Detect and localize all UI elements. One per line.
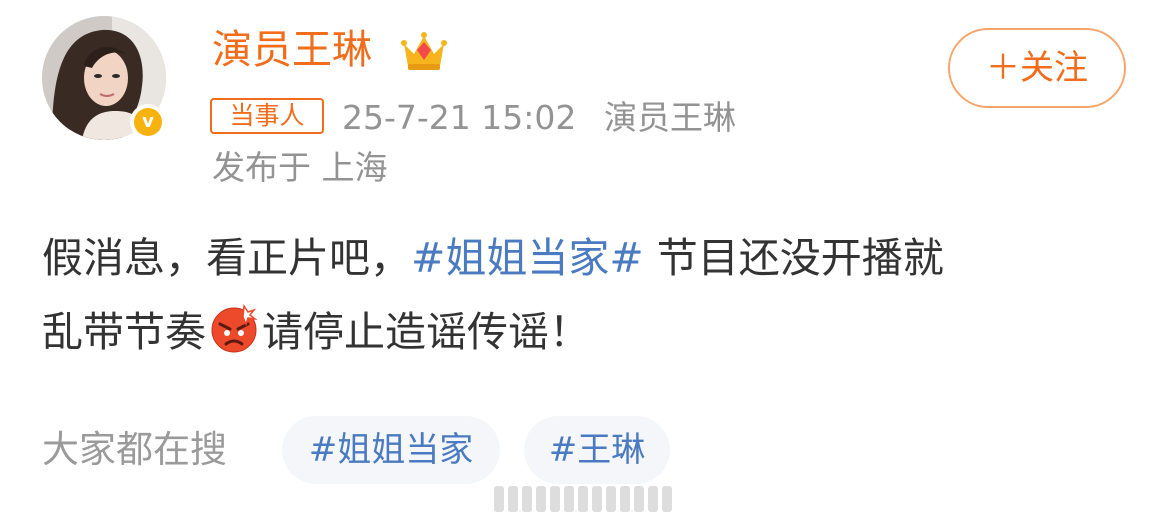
watermark [494, 486, 676, 512]
trending-searches-label: 大家都在搜 [42, 428, 227, 471]
trending-topic-chip[interactable]: #姐姐当家 [282, 416, 500, 484]
verified-badge: v [130, 104, 166, 140]
post-timestamp: 25-7-21 15:02 [342, 98, 577, 137]
hashtag-link[interactable]: #姐姐当家# [411, 234, 644, 282]
username[interactable]: 演员王琳 [212, 24, 372, 76]
post-text: 假消息，看正片吧， [42, 234, 411, 282]
post-location: 发布于 上海 [212, 148, 388, 187]
post-source: 演员王琳 [604, 98, 736, 137]
party-badge: 当事人 [210, 98, 324, 134]
angry-face-icon [211, 303, 258, 353]
post-text-line-1: 假消息，看正片吧，#姐姐当家# 节目还没开播就 [42, 232, 944, 284]
post-text-line-2: 乱带节奏 请停止造谣传谣！ [42, 302, 590, 358]
post-text: 乱带节奏 [42, 308, 206, 356]
post-text: 请停止造谣传谣！ [262, 308, 590, 356]
trending-topic-chip[interactable]: #王琳 [524, 416, 670, 484]
follow-button[interactable]: ＋关注 [948, 28, 1126, 108]
post-text: 节目还没开播就 [643, 234, 944, 282]
verified-v-icon: v [134, 108, 162, 136]
crown-icon [401, 32, 447, 70]
